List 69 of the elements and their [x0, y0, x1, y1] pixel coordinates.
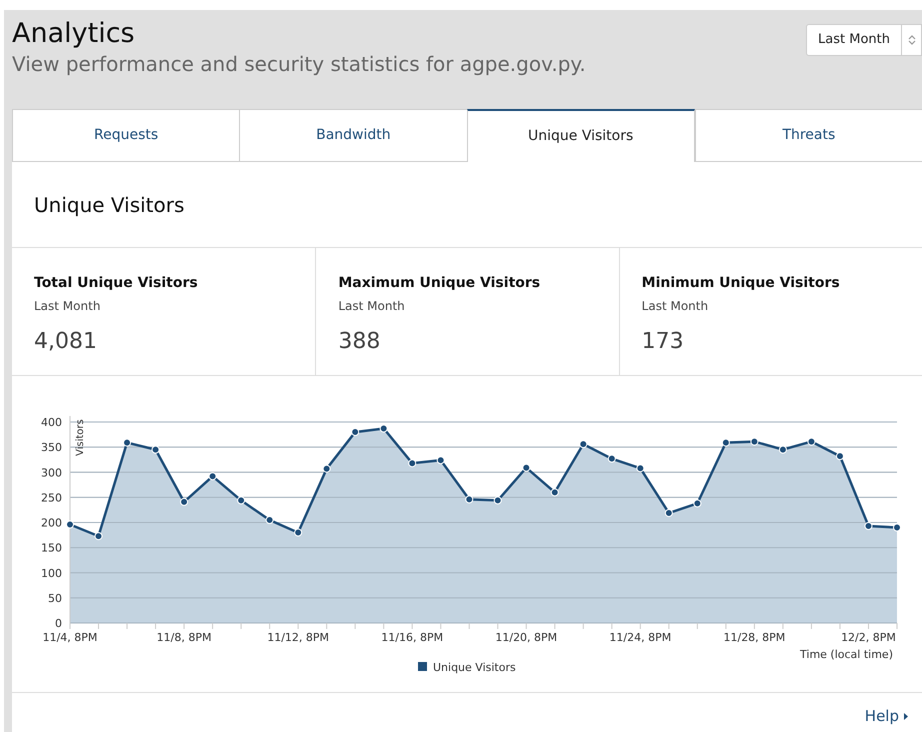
panel-title: Unique Visitors	[34, 192, 184, 218]
x-tick-label: 11/4, 8PM	[42, 631, 98, 644]
stat-label: Minimum Unique Visitors	[642, 274, 840, 293]
stat-value: 388	[338, 328, 380, 356]
data-point	[693, 499, 702, 508]
x-tick-label: 11/8, 8PM	[156, 631, 212, 644]
x-tick-label: 11/28, 8PM	[724, 631, 786, 644]
y-tick-label: 0	[55, 617, 62, 630]
data-point	[522, 464, 530, 472]
data-point	[836, 452, 844, 460]
y-tick-label: 400	[41, 416, 62, 429]
data-point	[550, 488, 559, 496]
x-tick-label: 12/2, 8PM	[841, 631, 896, 644]
page-title: Analytics	[12, 18, 136, 50]
data-point	[664, 508, 673, 517]
y-axis-title: Visitors	[75, 419, 86, 456]
legend-label: Unique Visitors	[433, 661, 516, 674]
data-point	[152, 446, 160, 454]
x-tick-label: 11/16, 8PM	[381, 631, 444, 644]
x-tick-label: 11/20, 8PM	[495, 631, 558, 644]
data-point	[94, 532, 103, 540]
data-point	[436, 456, 445, 464]
stat-period: Last Month	[34, 298, 100, 315]
x-axis-title: Time (local time)	[800, 648, 893, 661]
caret-icon	[904, 712, 908, 720]
spinner-icon	[908, 34, 916, 46]
data-point	[351, 428, 360, 436]
y-tick-label: 300	[41, 466, 62, 480]
data-point	[237, 496, 246, 504]
data-point	[494, 496, 502, 504]
tab[interactable]: Unique Visitors	[466, 109, 695, 162]
tab[interactable]: Threats	[694, 109, 922, 161]
data-point	[893, 524, 901, 532]
page-subtitle: View performance and security statistics for agpe.gov.py.	[12, 51, 586, 78]
period-select[interactable]: Last Month	[806, 24, 922, 56]
y-tick-label: 50	[48, 592, 62, 605]
data-point	[322, 464, 331, 473]
data-point	[180, 498, 188, 506]
data-point	[380, 424, 388, 433]
data-point	[778, 446, 787, 454]
y-tick-label: 150	[41, 542, 62, 555]
y-tick-label: 250	[41, 491, 62, 504]
y-tick-label: 350	[41, 441, 62, 454]
tab[interactable]: Bandwidth	[239, 109, 466, 161]
stat-value: 173	[642, 328, 684, 356]
data-point	[208, 472, 217, 480]
x-tick-label: 11/12, 8PM	[267, 631, 330, 644]
data-point	[807, 438, 816, 446]
data-point	[579, 440, 588, 448]
x-tick-label: 11/24, 8PM	[609, 631, 672, 644]
help-link[interactable]: Help	[864, 705, 908, 728]
stat-period: Last Month	[642, 298, 708, 315]
data-point	[123, 438, 132, 447]
data-point	[608, 454, 616, 463]
stat-value: 4,081	[34, 328, 97, 356]
data-point	[266, 516, 274, 524]
tab[interactable]: Requests	[12, 109, 240, 161]
data-point	[408, 459, 416, 468]
data-point	[294, 528, 302, 537]
data-point	[722, 438, 730, 447]
stat-label: Maximum Unique Visitors	[338, 274, 540, 293]
y-tick-label: 100	[41, 566, 62, 580]
data-point	[465, 495, 474, 504]
data-point	[66, 520, 74, 528]
stat-label: Total Unique Visitors	[34, 274, 198, 293]
data-point	[636, 464, 644, 472]
stat-period: Last Month	[338, 298, 405, 315]
y-tick-label: 200	[41, 516, 62, 530]
data-point	[750, 438, 758, 446]
